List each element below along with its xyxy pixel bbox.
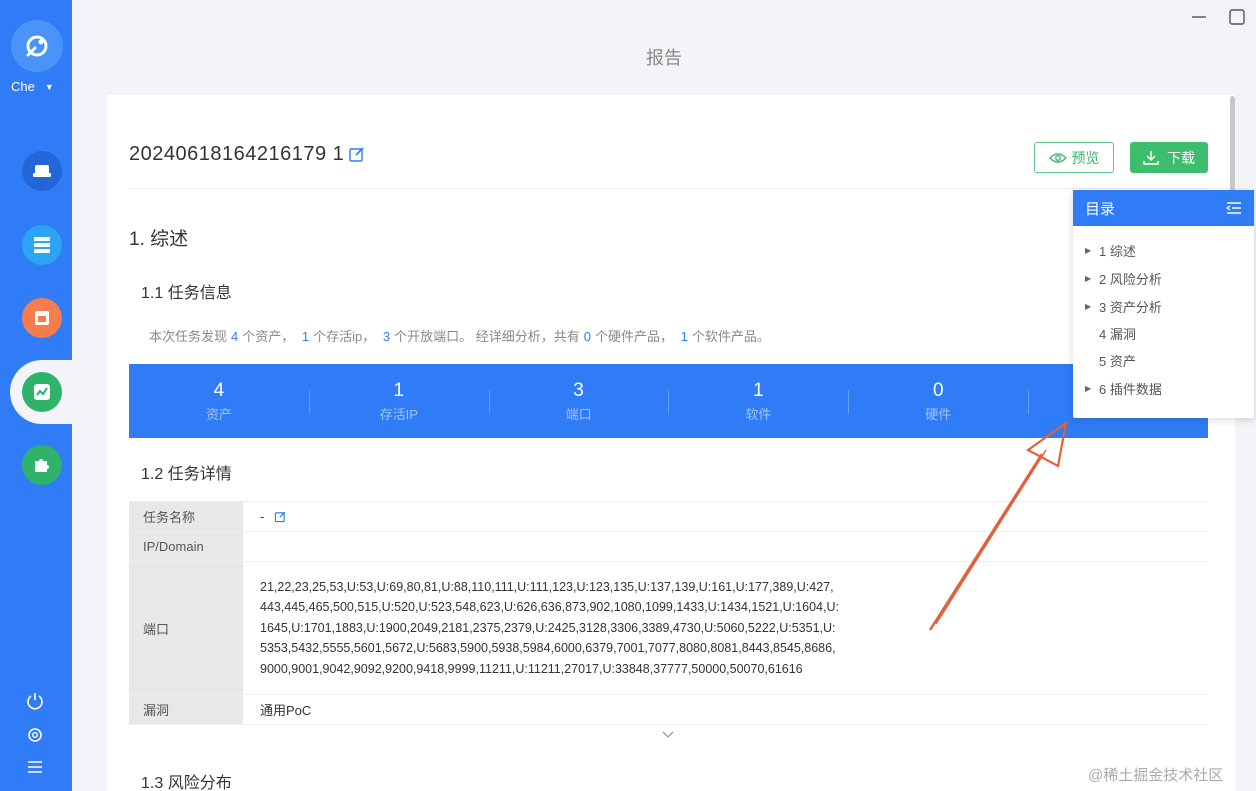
stat-value: 1 <box>753 379 764 401</box>
caret-right-icon: ▶ <box>1085 245 1092 255</box>
preview-label: 预览 <box>1071 149 1100 166</box>
power-icon[interactable] <box>24 690 46 712</box>
download-icon <box>1143 150 1159 165</box>
caret-right-icon: ▶ <box>1085 301 1092 311</box>
header-divider <box>129 188 1208 189</box>
toc-item-vulns[interactable]: 4 漏洞 <box>1073 320 1254 347</box>
toc-item-label: 5 资产 <box>1099 354 1136 369</box>
summary-alive-ip-count: 1 <box>301 329 310 344</box>
stat-alive-ip: 1 存活IP <box>308 364 489 438</box>
stat-software: 1 软件 <box>668 364 848 438</box>
minimize-icon <box>1192 16 1206 18</box>
summary-assets-count: 4 <box>231 329 239 344</box>
chevron-down-icon[interactable] <box>662 730 674 742</box>
sidebar: Che ▼ <box>0 0 80 791</box>
minimize-button[interactable] <box>1190 8 1208 31</box>
summary-text-2: 个资产， <box>242 329 295 344</box>
summary-text-5: 个硬件产品， <box>594 329 673 344</box>
summary-text-1: 本次任务发现 <box>149 329 228 344</box>
caret-right-icon: ▶ <box>1085 383 1092 393</box>
section-overview-heading: 1. 综述 <box>129 229 189 250</box>
calendar-icon <box>35 311 49 325</box>
toc-item-label: 3 资产分析 <box>1099 299 1162 315</box>
user-name: Che <box>11 79 35 94</box>
task-name-label: 任务名称 <box>129 502 243 531</box>
stat-label: 资产 <box>205 406 232 422</box>
summary-text-3: 个存活ip， <box>313 329 376 344</box>
summary-text-6: 个软件产品。 <box>691 329 770 344</box>
ip-domain-label: IP/Domain <box>129 532 243 561</box>
nav-item-plugins[interactable] <box>22 445 62 485</box>
caret-down-icon: ▼ <box>44 81 54 92</box>
download-label: 下载 <box>1167 149 1195 166</box>
ports-label: 端口 <box>129 562 243 694</box>
nav-item-dashboard[interactable] <box>22 151 62 191</box>
toc-list: ▶ 1 综述 ▶ 2 风险分析 ▶ 3 资产分析 4 漏洞 5 资产 ▶ 6 插件数据 <box>1073 226 1254 402</box>
summary-hardware-count: 0 <box>583 329 591 344</box>
stat-label: 软件 <box>745 406 772 422</box>
report-id: 20240618164216179 1 <box>129 143 345 165</box>
stat-value: 4 <box>213 379 225 401</box>
toc-item-label: 6 插件数据 <box>1099 381 1162 397</box>
page-title: 报告 <box>646 48 682 68</box>
toc-item-label: 4 漏洞 <box>1099 327 1136 342</box>
section-risk-distribution-heading: 1.3 风险分布 <box>141 775 232 791</box>
toc-header: 目录 <box>1073 190 1254 226</box>
toc-item-assets[interactable]: 5 资产 <box>1073 347 1254 374</box>
toc-item-asset-analysis[interactable]: ▶ 3 资产分析 <box>1073 292 1254 320</box>
ports-value: 21,22,23,25,53,U:53,U:69,80,81,U:88,110,… <box>260 579 839 676</box>
task-summary: 本次任务发现 4 个资产， 1 个存活ip， 3 个开放端口。 经详细分析，共有 0 个硬件… <box>149 326 770 345</box>
stat-ports: 3 端口 <box>488 364 669 438</box>
section-task-details-heading: 1.2 任务详情 <box>141 466 232 483</box>
vuln-value: 通用PoC <box>260 703 312 718</box>
edit-icon[interactable] <box>348 145 366 163</box>
edit-icon[interactable] <box>274 510 287 523</box>
annotation-arrow <box>928 420 1068 631</box>
chart-line-icon <box>34 384 50 400</box>
user-menu[interactable]: Che ▼ <box>11 79 54 94</box>
stat-label: 存活IP <box>379 406 418 422</box>
summary-text-4: 个开放端口。 经详细分析，共有 <box>394 329 580 344</box>
toc-item-plugin-data[interactable]: ▶ 6 插件数据 <box>1073 374 1254 402</box>
collapse-menu-icon[interactable] <box>1226 201 1242 215</box>
hat-icon <box>33 165 51 177</box>
puzzle-icon <box>35 459 49 472</box>
stat-value: 3 <box>573 379 584 401</box>
toc-item-label: 1 综述 <box>1099 243 1136 259</box>
nav-item-reports[interactable] <box>22 372 62 412</box>
toc-item-label: 2 风险分析 <box>1099 271 1162 287</box>
table-row: 漏洞 通用PoC <box>129 695 1208 725</box>
summary-open-ports-count: 3 <box>382 329 391 344</box>
stat-value: 1 <box>393 379 405 401</box>
server-icon <box>34 237 50 253</box>
gear-icon[interactable] <box>24 724 46 746</box>
toc-item-overview[interactable]: ▶ 1 综述 <box>1073 236 1254 264</box>
maximize-button[interactable] <box>1228 8 1246 31</box>
section-task-info-heading: 1.1 任务信息 <box>141 285 232 302</box>
nav-item-assets[interactable] <box>22 225 62 265</box>
menu-icon[interactable] <box>24 756 46 778</box>
stat-label: 端口 <box>565 406 592 422</box>
toc-panel: 目录 ▶ 1 综述 ▶ 2 风险分析 ▶ 3 资产分析 4 漏洞 5 资产 ▶ 6 插件… <box>1073 190 1254 418</box>
caret-right-icon: ▶ <box>1085 273 1092 283</box>
vuln-label: 漏洞 <box>129 695 243 724</box>
preview-button[interactable]: 预览 <box>1034 142 1114 173</box>
watermark: @稀土掘金技术社区 <box>1088 767 1224 784</box>
eye-icon <box>1048 152 1067 163</box>
task-name-value: - <box>260 509 265 524</box>
download-button[interactable]: 下载 <box>1130 142 1208 173</box>
toc-title: 目录 <box>1085 200 1116 218</box>
stat-value: 0 <box>932 379 944 401</box>
stat-assets: 4 资产 <box>129 364 309 438</box>
summary-software-count: 1 <box>680 329 688 344</box>
toc-item-risk-analysis[interactable]: ▶ 2 风险分析 <box>1073 264 1254 292</box>
maximize-icon <box>1229 9 1245 25</box>
nav-item-tasks[interactable] <box>22 298 62 338</box>
